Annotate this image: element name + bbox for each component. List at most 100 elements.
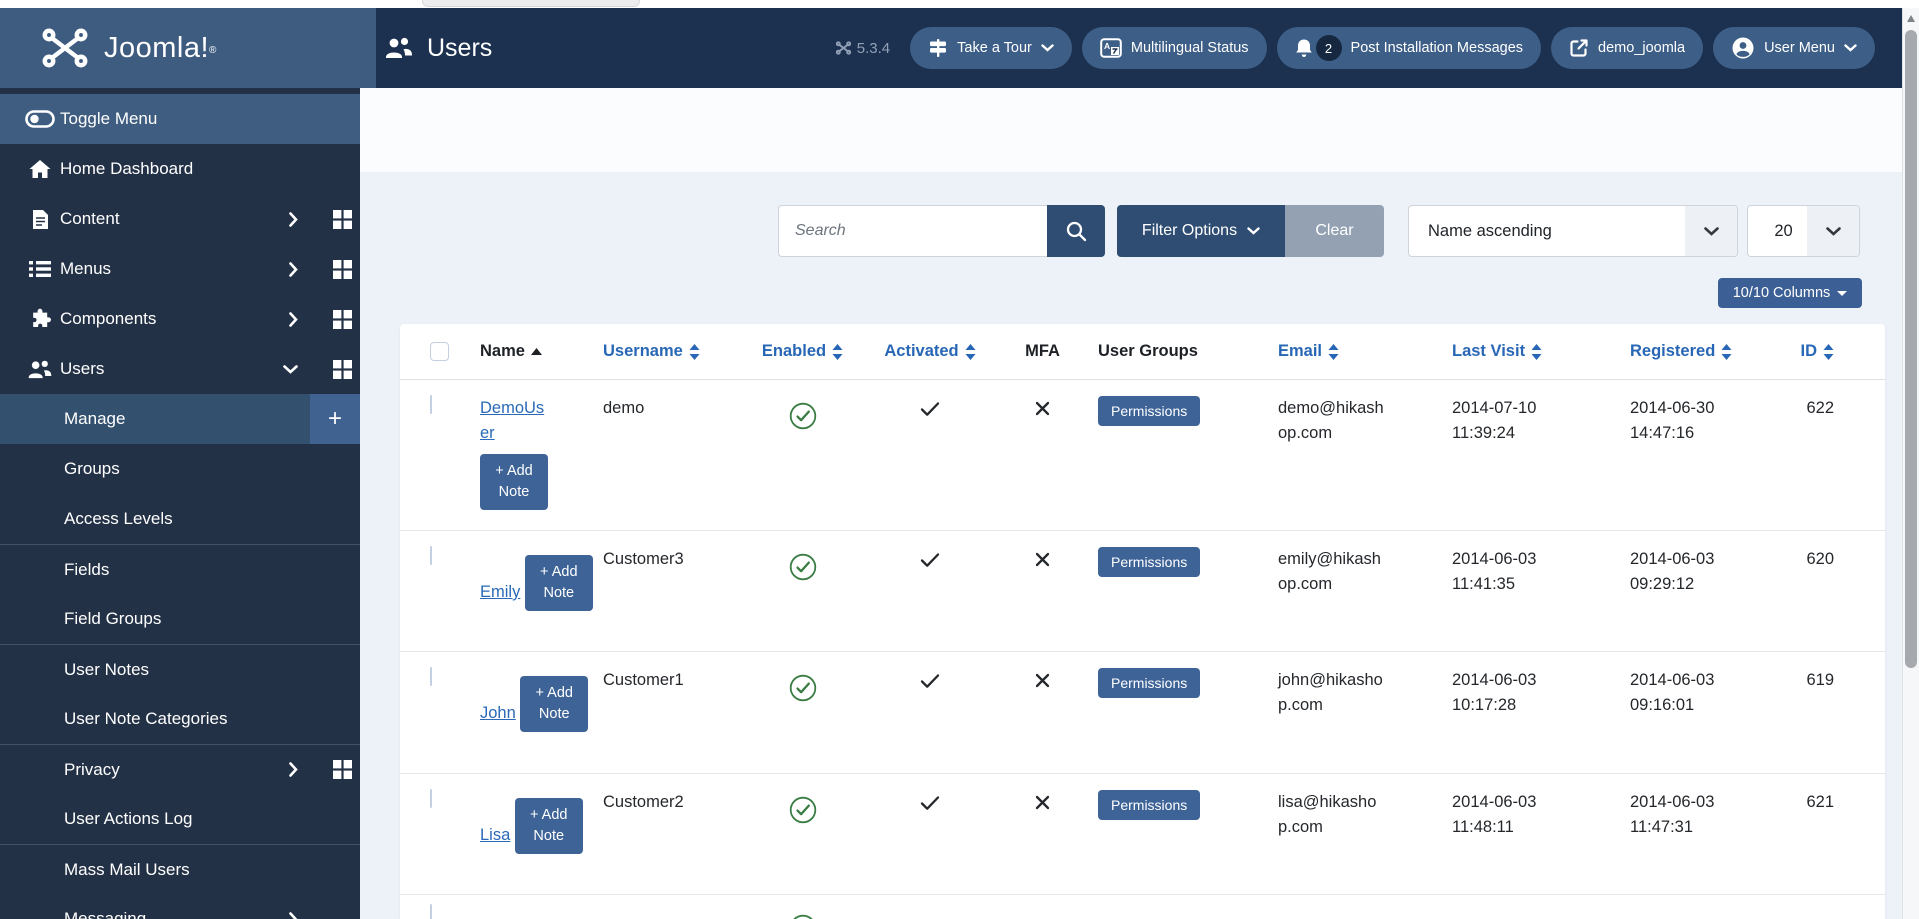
joomla-logo[interactable]: Joomla! ® xyxy=(0,8,376,88)
column-header-name[interactable]: Name xyxy=(480,342,542,361)
row-checkbox[interactable] xyxy=(430,395,432,414)
column-header-enabled[interactable]: Enabled xyxy=(762,342,843,361)
sidebar-item-user-notes[interactable]: User Notes xyxy=(0,644,360,694)
take-a-tour-button[interactable]: Take a Tour xyxy=(910,27,1072,69)
table-row: DemoUser + Add Note demo Permissions dem… xyxy=(400,380,1885,531)
enabled-check-circle-icon[interactable] xyxy=(788,673,818,703)
sidebar-item-components[interactable]: Components xyxy=(0,294,360,344)
sort-select[interactable]: Name ascending xyxy=(1408,205,1738,257)
user-groups-badge[interactable]: Permissions xyxy=(1098,790,1201,820)
sidebar-item-toggle-menu[interactable]: Toggle Menu xyxy=(0,94,360,144)
chevron-down-icon xyxy=(1844,44,1857,52)
sidebar-item-label: Field Groups xyxy=(64,609,162,628)
scrollbar-up-arrow[interactable] xyxy=(1907,15,1915,22)
column-header-user-groups: User Groups xyxy=(1098,342,1198,360)
row-checkbox[interactable] xyxy=(430,904,432,919)
sidebar-item-messaging[interactable]: Messaging xyxy=(0,894,360,919)
logo-registered-mark: ® xyxy=(209,44,217,56)
dashboard-grid-icon[interactable] xyxy=(333,309,352,329)
dashboard-grid-icon[interactable] xyxy=(333,259,352,279)
sort-icon xyxy=(1721,343,1732,360)
row-checkbox[interactable] xyxy=(430,789,432,808)
activated-check-icon[interactable] xyxy=(920,673,940,689)
user-groups-badge[interactable]: Permissions xyxy=(1098,396,1201,426)
row-checkbox[interactable] xyxy=(430,667,432,686)
user-name-link[interactable]: Emily xyxy=(480,580,520,605)
enabled-check-circle-icon[interactable] xyxy=(788,552,818,582)
page-size-select[interactable]: 20 xyxy=(1747,205,1860,257)
sidebar-item-user-note-categories[interactable]: User Note Categories xyxy=(0,694,360,744)
select-all-checkbox[interactable] xyxy=(430,342,449,361)
chevron-right-icon xyxy=(289,261,298,277)
sort-icon xyxy=(689,343,700,360)
sidebar-item-label: User Actions Log xyxy=(64,809,193,828)
sidebar-item-privacy[interactable]: Privacy xyxy=(0,744,360,794)
add-note-button[interactable]: + Add Note xyxy=(524,555,593,611)
username-cell: Customer1 xyxy=(603,671,684,689)
table-header-row: Name Username Enabled Activated MFA User… xyxy=(400,324,1885,380)
user-groups-badge[interactable]: Permissions xyxy=(1098,547,1201,577)
add-note-button[interactable]: + Add Note xyxy=(520,676,589,732)
enabled-check-circle-icon xyxy=(792,914,813,919)
column-header-username[interactable]: Username xyxy=(603,342,700,361)
browser-top-strip xyxy=(0,0,1919,8)
vertical-scrollbar[interactable] xyxy=(1902,8,1919,919)
version-text: 5.3.4 xyxy=(856,39,891,57)
sidebar-item-fields[interactable]: Fields xyxy=(0,544,360,594)
filter-options-button[interactable]: Filter Options xyxy=(1117,205,1285,257)
column-header-registered[interactable]: Registered xyxy=(1630,342,1732,361)
chevron-right-icon xyxy=(289,762,298,777)
post-installation-messages-button[interactable]: 2 Post Installation Messages xyxy=(1276,27,1542,69)
column-header-activated[interactable]: Activated xyxy=(884,342,976,361)
column-header-last-visit[interactable]: Last Visit xyxy=(1452,342,1542,361)
user-name-link[interactable]: John xyxy=(480,701,516,726)
sidebar-item-content[interactable]: Content xyxy=(0,194,360,244)
sidebar-item-label: Manage xyxy=(64,409,126,428)
activated-check-icon[interactable] xyxy=(920,795,940,811)
add-note-button[interactable]: + Add Note xyxy=(514,798,583,854)
activated-check-icon[interactable] xyxy=(920,401,940,417)
row-checkbox[interactable] xyxy=(430,546,432,565)
last-visit-cell: 2014-07-10 11:39:24 xyxy=(1452,399,1537,442)
columns-toggle-button[interactable]: 10/10 Columns xyxy=(1718,278,1862,308)
sidebar-item-access-levels[interactable]: Access Levels xyxy=(0,494,360,544)
version-group: 5.3.4 xyxy=(835,39,891,57)
search-input[interactable] xyxy=(778,205,1047,257)
sidebar-item-menus[interactable]: Menus xyxy=(0,244,360,294)
user-name-link[interactable]: DemoUser xyxy=(480,396,546,446)
enabled-check-circle-icon[interactable] xyxy=(788,795,818,825)
clear-button[interactable]: Clear xyxy=(1285,205,1384,257)
browser-tab-remnant xyxy=(422,0,640,7)
add-note-button[interactable]: + Add Note xyxy=(480,454,548,510)
sidebar-item-label: Messaging xyxy=(64,909,147,919)
sidebar-item-home-dashboard[interactable]: Home Dashboard xyxy=(0,144,360,194)
dashboard-grid-icon[interactable] xyxy=(333,359,352,379)
user-name-link[interactable]: Lisa xyxy=(480,823,510,848)
search-icon xyxy=(1066,221,1087,242)
sidebar-item-groups[interactable]: Groups xyxy=(0,444,360,494)
username-cell: Customer2 xyxy=(603,793,684,811)
column-header-email[interactable]: Email xyxy=(1278,342,1339,361)
dashboard-grid-icon[interactable] xyxy=(333,209,352,229)
activated-check-icon[interactable] xyxy=(920,552,940,568)
sidebar-item-mass-mail-users[interactable]: Mass Mail Users xyxy=(0,844,360,894)
scrollbar-thumb[interactable] xyxy=(1905,30,1917,668)
user-groups-badge[interactable]: Permissions xyxy=(1098,668,1201,698)
sidebar-item-label: Content xyxy=(60,209,120,228)
search-button[interactable] xyxy=(1047,205,1105,257)
sidebar-item-manage[interactable]: Manage + xyxy=(0,394,360,444)
column-header-id[interactable]: ID xyxy=(1801,342,1835,361)
email-cell: demo@hikashop.com xyxy=(1278,399,1384,442)
user-menu-button[interactable]: User Menu xyxy=(1713,27,1875,69)
multilingual-status-button[interactable]: A Multilingual Status xyxy=(1081,27,1267,69)
enabled-check-circle-icon[interactable] xyxy=(788,401,818,431)
sidebar-item-users[interactable]: Users xyxy=(0,344,360,394)
add-user-button[interactable]: + xyxy=(310,394,360,444)
sidebar-item-field-groups[interactable]: Field Groups xyxy=(0,594,360,644)
site-preview-button[interactable]: demo_joomla xyxy=(1551,27,1704,69)
take-a-tour-label: Take a Tour xyxy=(957,40,1032,56)
dashboard-grid-icon[interactable] xyxy=(333,760,352,779)
table-row: Emily + Add Note Customer3 Permissions e… xyxy=(400,531,1885,652)
sidebar-item-user-actions-log[interactable]: User Actions Log xyxy=(0,794,360,844)
users-icon xyxy=(22,359,58,380)
